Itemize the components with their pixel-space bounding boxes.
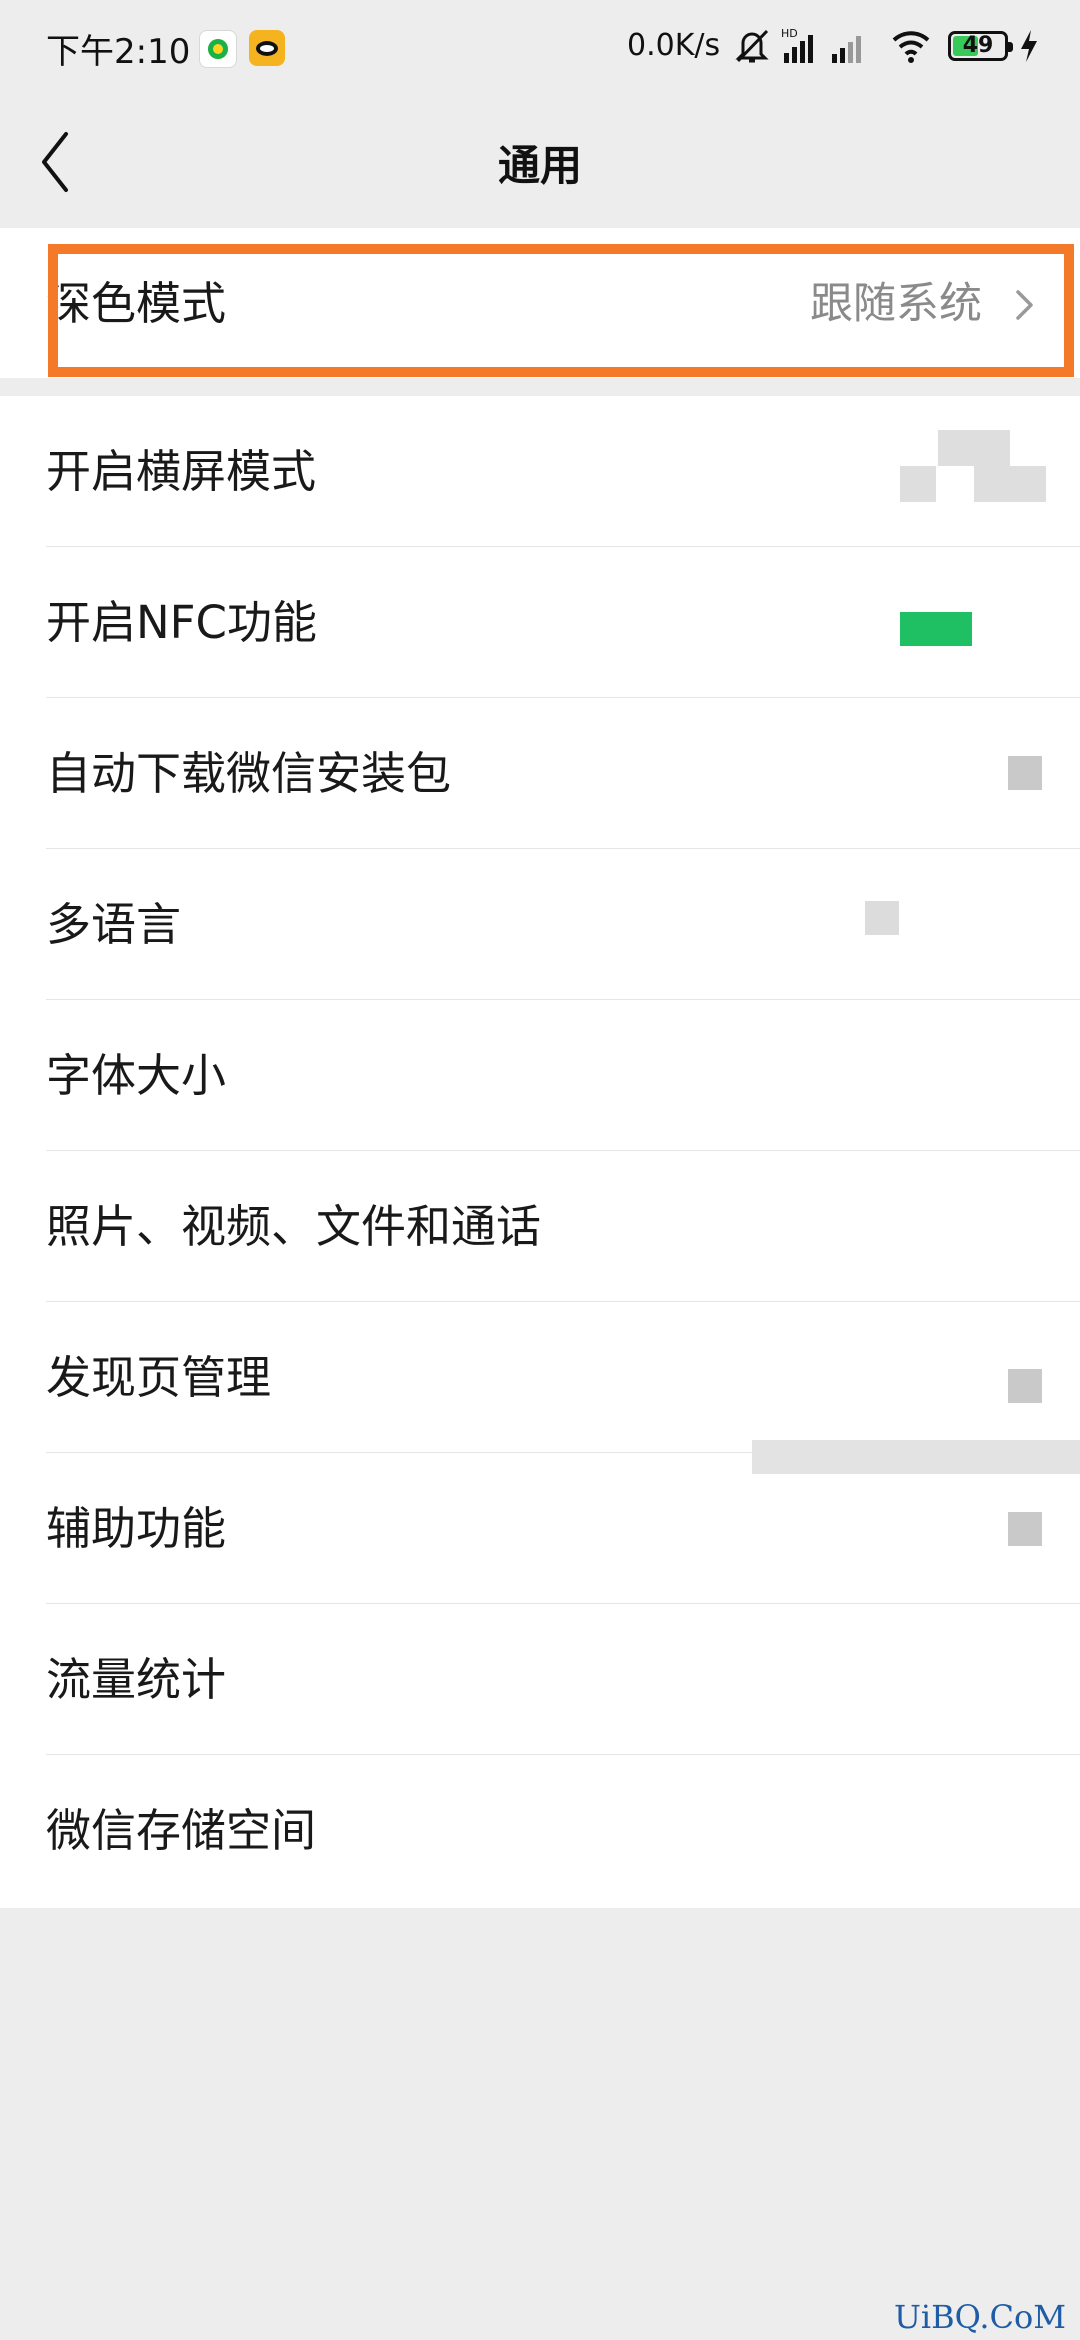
blurred-block: [974, 430, 1010, 466]
blurred-block: [974, 466, 1046, 502]
row-placeholder-square: [1008, 1512, 1042, 1546]
battery-icon: 49: [948, 31, 1013, 61]
status-bar: 下午2:10 0.0K/s HD 49: [0, 0, 1080, 96]
row-placeholder-square: [865, 901, 899, 935]
language-row[interactable]: 多语言: [0, 849, 1080, 1000]
setting-label: 自动下载微信安装包: [46, 747, 452, 800]
media-calls-row[interactable]: 照片、视频、文件和通话: [0, 1151, 1080, 1302]
highlight-annotation-box: [48, 244, 1074, 377]
setting-label: 微信存储空间: [46, 1804, 317, 1857]
signal-hd-label: HD: [781, 27, 798, 40]
setting-label: 开启NFC功能: [46, 596, 317, 649]
setting-label: 辅助功能: [46, 1502, 227, 1555]
setting-label: 开启横屏模式: [46, 445, 317, 498]
blurred-block: [938, 430, 974, 466]
font-size-row[interactable]: 字体大小: [0, 1000, 1080, 1151]
setting-label: 字体大小: [46, 1049, 227, 1102]
status-time: 下午2:10: [46, 32, 191, 72]
navigation-bar: 通用: [0, 96, 1080, 228]
wifi-icon: [892, 31, 930, 63]
signal-icon: [832, 36, 861, 63]
setting-label: 照片、视频、文件和通话: [46, 1200, 542, 1253]
setting-label: 多语言: [46, 898, 182, 951]
gray-placeholder-band: [752, 1440, 1080, 1474]
page-title: 通用: [497, 141, 582, 190]
row-placeholder-square: [1008, 756, 1042, 790]
traffic-statistics-row[interactable]: 流量统计: [0, 1604, 1080, 1755]
blurred-block: [900, 466, 936, 502]
auto-download-row[interactable]: 自动下载微信安装包: [0, 698, 1080, 849]
discover-management-row[interactable]: 发现页管理: [0, 1302, 1080, 1453]
watermark: UiBQ.CoM: [893, 2298, 1066, 2336]
setting-label: 流量统计: [46, 1653, 227, 1706]
row-placeholder-square: [1008, 1369, 1042, 1403]
nfc-toggle[interactable]: [900, 612, 972, 646]
wechat-storage-row[interactable]: 微信存储空间: [0, 1755, 1080, 1906]
charging-icon: [1021, 30, 1037, 62]
weibo-icon: [249, 30, 285, 66]
accessibility-row[interactable]: 辅助功能: [0, 1453, 1080, 1604]
signal-hd-icon: HD: [781, 27, 813, 63]
setting-label: 发现页管理: [46, 1351, 272, 1404]
qq-music-icon: [199, 30, 237, 68]
silent-icon: [735, 29, 769, 63]
battery-percent: 49: [962, 33, 994, 58]
network-speed: 0.0K/s: [627, 28, 721, 63]
